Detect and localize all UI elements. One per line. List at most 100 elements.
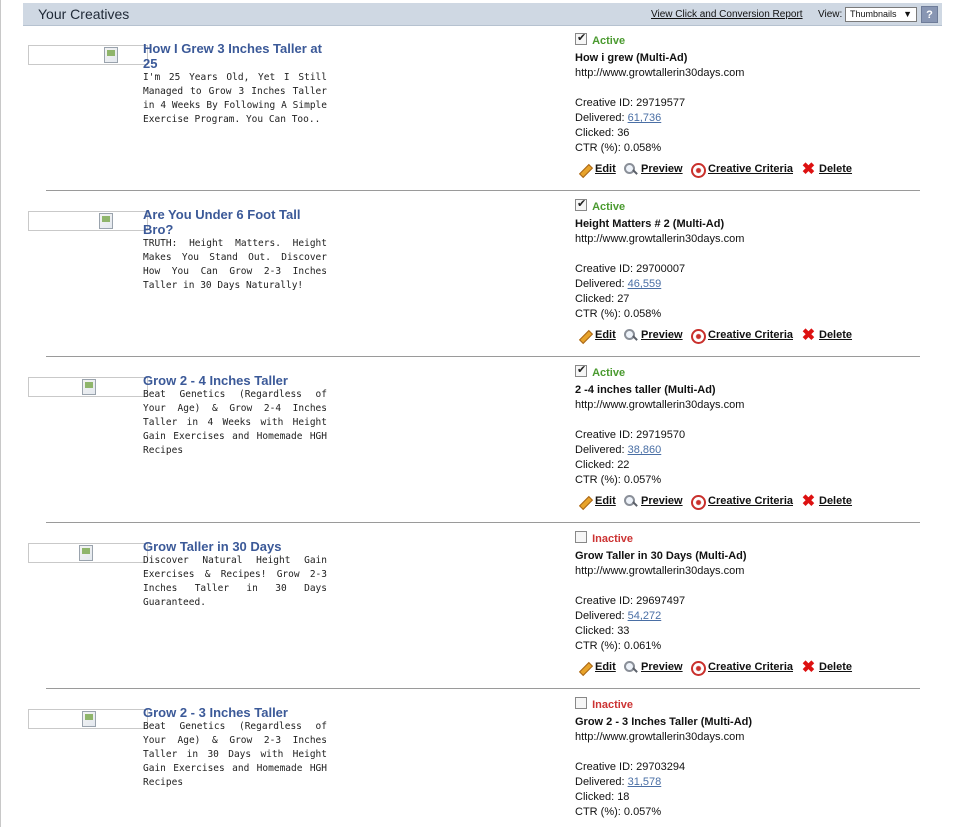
target-icon [690,660,706,676]
status-checkbox[interactable] [575,697,587,709]
status-checkbox[interactable] [575,197,587,211]
ad-description: Discover Natural Height Gain Exercises &… [143,555,327,608]
ad-title[interactable]: Are You Under 6 Foot Tall Bro? [143,207,329,237]
preview-label: Preview [641,163,683,175]
delivered-link[interactable]: 31,578 [628,776,662,788]
delete-label: Delete [819,661,853,673]
creative-thumbnail[interactable] [28,709,148,729]
delivered-link[interactable]: 54,272 [628,610,662,622]
ctr-value: 0.058% [623,308,662,320]
creative-id-label: Creative ID: [575,97,634,109]
ctr-label: CTR (%): [575,142,621,154]
edit-label: Edit [595,495,616,507]
creative-url: http://www.growtallerin30days.com [575,233,745,245]
delete-x-icon: ✖ [801,658,816,676]
pencil-icon [577,162,592,177]
status-checkbox[interactable] [575,31,587,45]
broken-image-icon [79,545,93,561]
status-label: Inactive [592,533,634,545]
clicked-label: Clicked: [575,791,615,803]
view-select[interactable]: Thumbnails ▼ [845,7,917,22]
creative-entry: How I Grew 3 Inches Taller at 25 I'm 25 … [1,27,961,193]
edit-button[interactable]: Edit [577,161,616,177]
preview-button[interactable]: Preview [623,493,683,509]
magnifier-icon [623,660,638,675]
creative-id-value: 29700007 [636,263,686,275]
ad-description: I'm 25 Years Old, Yet I Still Managed to… [143,72,327,125]
creative-thumbnail[interactable] [28,377,148,397]
creative-url: http://www.growtallerin30days.com [575,399,745,411]
delete-button[interactable]: ✖ Delete [801,493,852,509]
ad-title[interactable]: Grow 2 - 4 Inches Taller [143,373,329,388]
creative-criteria-button[interactable]: Creative Criteria [690,161,793,178]
delivered-label: Delivered: [575,444,625,456]
creative-url: http://www.growtallerin30days.com [575,731,745,743]
ctr-value: 0.057% [623,806,662,818]
status-checkbox[interactable] [575,531,587,543]
target-icon [690,328,706,344]
creative-criteria-button[interactable]: Creative Criteria [690,659,793,676]
delivered-link[interactable]: 46,559 [628,278,662,290]
delivered-link[interactable]: 61,736 [628,112,662,124]
creatives-panel: Your Creatives View Click and Conversion… [0,0,961,827]
preview-button[interactable]: Preview [623,161,683,177]
ad-title[interactable]: Grow 2 - 3 Inches Taller [143,705,329,720]
preview-button[interactable]: Preview [623,327,683,343]
clicked-label: Clicked: [575,127,615,139]
magnifier-icon [623,162,638,177]
creative-entry: Are You Under 6 Foot Tall Bro? TRUTH: He… [1,193,961,359]
ctr-label: CTR (%): [575,806,621,818]
edit-button[interactable]: Edit [577,659,616,675]
preview-label: Preview [641,661,683,673]
edit-label: Edit [595,163,616,175]
delivered-label: Delivered: [575,610,625,622]
creative-criteria-button[interactable]: Creative Criteria [690,493,793,510]
pencil-icon [577,660,592,675]
delete-x-icon: ✖ [801,160,816,178]
delivered-label: Delivered: [575,776,625,788]
entry-divider [46,522,920,523]
criteria-label: Creative Criteria [708,661,793,673]
delivered-label: Delivered: [575,112,625,124]
creative-criteria-button[interactable]: Creative Criteria [690,327,793,344]
creative-thumbnail[interactable] [28,211,148,231]
pencil-icon [577,494,592,509]
preview-label: Preview [641,329,683,341]
clicked-value: 33 [617,625,630,637]
ctr-value: 0.058% [623,142,662,154]
clicked-value: 27 [617,293,630,305]
entry-divider [46,356,920,357]
delete-button[interactable]: ✖ Delete [801,327,852,343]
clicked-label: Clicked: [575,459,615,471]
creative-name: Height Matters # 2 (Multi-Ad) [575,218,725,230]
edit-button[interactable]: Edit [577,493,616,509]
clicked-label: Clicked: [575,293,615,305]
creative-id-label: Creative ID: [575,429,634,441]
delivered-label: Delivered: [575,278,625,290]
ad-description: Beat Genetics (Regardless of Your Age) &… [143,389,327,456]
delete-button[interactable]: ✖ Delete [801,659,852,675]
status-label: Active [592,201,626,213]
ctr-value: 0.061% [623,640,662,652]
ad-title[interactable]: Grow Taller in 30 Days [143,539,329,554]
preview-button[interactable]: Preview [623,659,683,675]
creatives-header: Your Creatives View Click and Conversion… [23,3,942,26]
delete-button[interactable]: ✖ Delete [801,161,852,177]
creative-thumbnail[interactable] [28,45,148,65]
ctr-label: CTR (%): [575,474,621,486]
broken-image-icon [99,213,113,229]
click-conversion-report-link[interactable]: View Click and Conversion Report [651,9,803,20]
creative-thumbnail[interactable] [28,543,148,563]
edit-label: Edit [595,329,616,341]
ad-title[interactable]: How I Grew 3 Inches Taller at 25 [143,41,329,71]
edit-label: Edit [595,661,616,673]
magnifier-icon [623,494,638,509]
edit-button[interactable]: Edit [577,327,616,343]
delivered-link[interactable]: 38,860 [628,444,662,456]
status-label: Active [592,367,626,379]
preview-label: Preview [641,495,683,507]
help-button[interactable]: ? [921,6,938,23]
delete-x-icon: ✖ [801,326,816,344]
status-checkbox[interactable] [575,363,587,377]
magnifier-icon [623,328,638,343]
